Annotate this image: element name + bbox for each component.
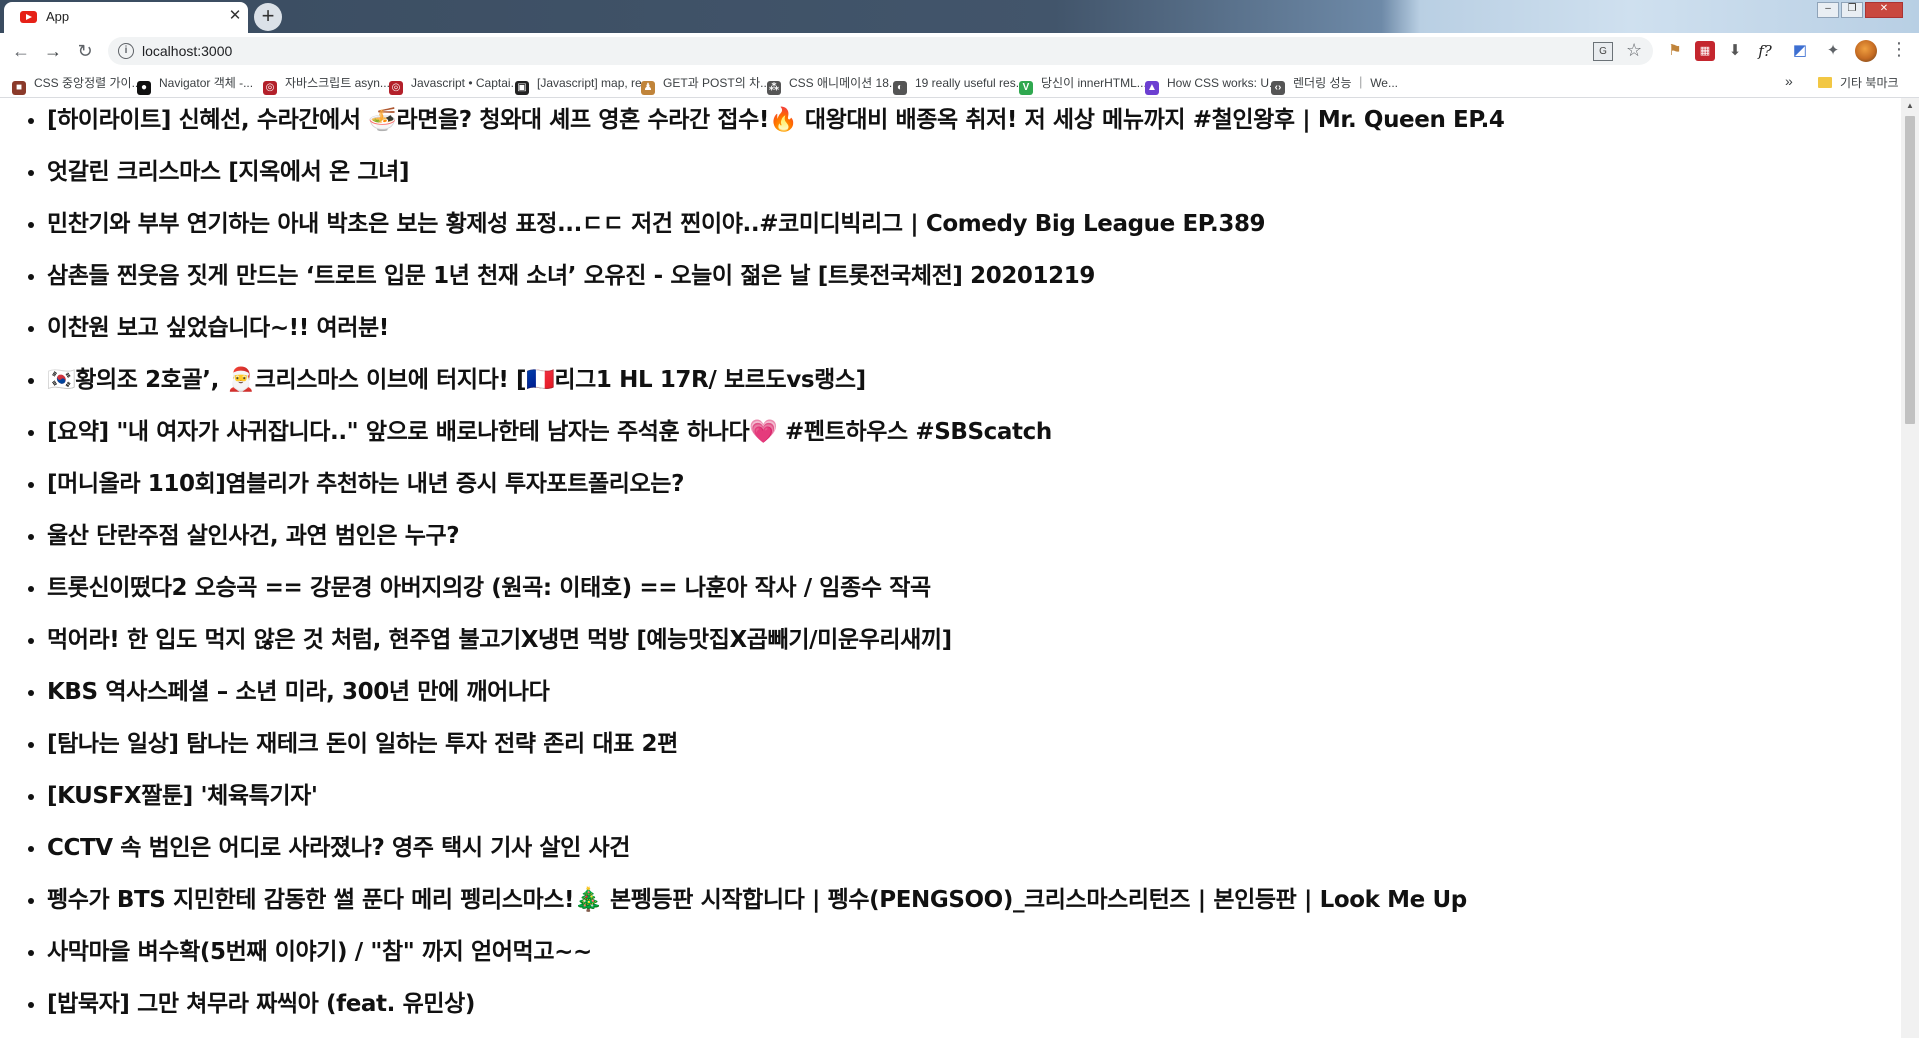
bookmark-label: 당신이 innerHTML...	[1041, 76, 1147, 90]
youtube-favicon-icon	[20, 11, 37, 23]
scrollbar-thumb[interactable]	[1905, 116, 1915, 424]
bookmark-label: CSS 애니메이션 18...	[789, 76, 899, 90]
video-title-item: 이찬원 보고 싶었습니다~!! 여러분!	[47, 306, 1901, 358]
window-close-button[interactable]: ✕	[1865, 2, 1903, 18]
new-tab-button[interactable]: +	[254, 3, 282, 31]
bookmark-label: 19 really useful res...	[915, 76, 1026, 90]
browser-tab-app[interactable]: App ✕	[4, 2, 248, 33]
vertical-scrollbar[interactable]: ▲	[1901, 98, 1919, 1038]
bookmark-label: [Javascript] map, re...	[537, 76, 652, 90]
bookmark-label: 자바스크립트 asyn...	[285, 76, 390, 90]
bookmark-label: How CSS works: U...	[1167, 76, 1280, 90]
bookmark-item[interactable]: ▲ How CSS works: U...	[1145, 74, 1280, 95]
bookmark-star-icon[interactable]: ☆	[1626, 40, 1642, 61]
translate-icon[interactable]: G	[1593, 42, 1613, 61]
video-title-item: 민찬기와 부부 연기하는 아내 박초은 보는 황제성 표정...ㄷㄷ 저건 찐이…	[47, 202, 1901, 254]
minimize-button[interactable]: –	[1817, 2, 1839, 18]
more-vert-icon[interactable]: ⋮	[1890, 39, 1908, 60]
bookmark-item[interactable]: ‹› 렌더링 성능 ｜ We...	[1271, 74, 1398, 95]
bookmark-favicon-icon: ■	[12, 81, 26, 95]
bookmark-item[interactable]: ◎ Javascript • Captai...	[389, 74, 521, 95]
video-title-item: [밥묵자] 그만 쳐무라 짜씩아 (feat. 유민상)	[47, 982, 1901, 1034]
bookmark-item[interactable]: ♟ GET과 POST의 차...	[641, 74, 771, 95]
back-arrow-icon[interactable]: ←	[10, 40, 32, 62]
bookmark-favicon-icon: ♟	[641, 81, 655, 95]
bookmark-favicon-icon: ●	[137, 81, 151, 95]
video-title-item: 펭수가 BTS 지민한테 감동한 썰 푼다 메리 펭리스마스!🎄 본펭등판 시작…	[47, 878, 1901, 930]
bookmark-favicon-icon: ‹›	[1271, 81, 1285, 95]
profile-avatar[interactable]	[1855, 40, 1877, 62]
video-title-list: [하이라이트] 신혜선, 수라간에서 🍜라면을? 청와대 셰프 영혼 수라간 접…	[0, 98, 1901, 1034]
bookmark-item[interactable]: ▣ [Javascript] map, re...	[515, 74, 652, 95]
address-url[interactable]: localhost:3000	[142, 43, 232, 59]
restore-button[interactable]: ❐	[1841, 2, 1863, 18]
other-bookmarks-label: 기타 북마크	[1840, 76, 1899, 90]
address-bar[interactable]: i localhost:3000 G ☆	[108, 37, 1653, 65]
bookmark-item[interactable]: ⁂ CSS 애니메이션 18...	[767, 74, 899, 95]
browser-toolbar: ← → ↻ i localhost:3000 G ☆ ⚑ ▦ ⬇ f? ◩ ✦ …	[0, 33, 1919, 69]
bookmarks-more-icon[interactable]: »	[1785, 73, 1793, 89]
video-title-item: 삼촌들 찐웃음 짓게 만드는 ‘트로트 입문 1년 천재 소녀’ 오유진 - 오…	[47, 254, 1901, 306]
site-info-icon[interactable]: i	[118, 43, 134, 59]
bookmark-label: Javascript • Captai...	[411, 76, 521, 90]
video-title-item: 울산 단란주점 살인사건, 과연 범인은 누구?	[47, 514, 1901, 566]
extension-download-icon[interactable]: ⬇	[1725, 41, 1745, 61]
video-title-item: CCTV 속 범인은 어디로 사라졌나? 영주 택시 기사 살인 사건	[47, 826, 1901, 878]
tab-close-icon[interactable]: ✕	[226, 7, 244, 25]
bookmark-label: GET과 POST의 차...	[663, 76, 771, 90]
bookmark-item[interactable]: ■ CSS 중앙정렬 가이...	[12, 74, 142, 95]
reload-icon[interactable]: ↻	[74, 40, 96, 62]
extension-function-icon[interactable]: f?	[1755, 41, 1775, 61]
bookmark-favicon-icon: ◎	[389, 81, 403, 95]
video-title-item: KBS 역사스페셜 – 소년 미라, 300년 만에 깨어나다	[47, 670, 1901, 722]
extension-red-icon[interactable]: ▦	[1695, 41, 1715, 61]
tab-title: App	[46, 9, 70, 24]
video-title-item: 사막마을 벼수확(5번째 이야기) / "참" 까지 얻어먹고~~	[47, 930, 1901, 982]
bookmark-favicon-icon: ⁂	[767, 81, 781, 95]
bookmark-favicon-icon: ◎	[263, 81, 277, 95]
tab-strip: App ✕ + – ❐ ✕	[0, 0, 1919, 33]
bookmark-label: CSS 중앙정렬 가이...	[34, 76, 142, 90]
bookmark-label: Navigator 객체 -...	[159, 76, 254, 90]
video-title-item: [요약] "내 여자가 사귀잡니다.." 앞으로 배로나한테 남자는 주석훈 하…	[47, 410, 1901, 462]
other-bookmarks-folder[interactable]: 기타 북마크	[1818, 74, 1899, 92]
folder-icon	[1818, 77, 1832, 88]
video-title-item: 🇰🇷황의조 2호골’, 🎅크리스마스 이브에 터지다! [🇫🇷리그1 HL 17…	[47, 358, 1901, 410]
video-title-item: [탐나는 일상] 탐나는 재테크 돈이 일하는 투자 전략 존리 대표 2편	[47, 722, 1901, 774]
video-title-item: [머니올라 110회]염블리가 추천하는 내년 증시 투자포트폴리오는?	[47, 462, 1901, 514]
video-title-item: [하이라이트] 신혜선, 수라간에서 🍜라면을? 청와대 셰프 영혼 수라간 접…	[47, 98, 1901, 150]
bookmark-item[interactable]: ● Navigator 객체 -...	[137, 74, 254, 95]
bookmark-favicon-icon: ◐	[893, 81, 907, 95]
extension-blue-icon[interactable]: ◩	[1790, 41, 1810, 61]
extension-flag-icon[interactable]: ⚑	[1665, 41, 1685, 61]
bookmarks-bar: ■ CSS 중앙정렬 가이... ● Navigator 객체 -... ◎ 자바스크립트…	[0, 69, 1919, 98]
scroll-up-arrow-icon[interactable]: ▲	[1901, 98, 1919, 114]
bookmark-label: 렌더링 성능 ｜ We...	[1293, 76, 1398, 90]
bookmark-item[interactable]: V 당신이 innerHTML...	[1019, 74, 1147, 95]
video-title-item: 엇갈린 크리스마스 [지옥에서 온 그녀]	[47, 150, 1901, 202]
video-title-item: 먹어라! 한 입도 먹지 않은 것 처럼, 현주엽 불고기X냉면 먹방 [예능맛…	[47, 618, 1901, 670]
bookmark-item[interactable]: ◎ 자바스크립트 asyn...	[263, 74, 390, 95]
page-content: [하이라이트] 신혜선, 수라간에서 🍜라면을? 청와대 셰프 영혼 수라간 접…	[0, 98, 1901, 1038]
video-title-item: 트롯신이떴다2 오승곡 == 강문경 아버지의강 (원곡: 이태호) == 나훈…	[47, 566, 1901, 618]
bookmark-favicon-icon: ▣	[515, 81, 529, 95]
forward-arrow-icon[interactable]: →	[42, 40, 64, 62]
extensions-puzzle-icon[interactable]: ✦	[1823, 41, 1843, 61]
bookmark-item[interactable]: ◐ 19 really useful res...	[893, 74, 1026, 95]
bookmark-favicon-icon: V	[1019, 81, 1033, 95]
bookmark-favicon-icon: ▲	[1145, 81, 1159, 95]
video-title-item: [KUSFX짤툰] '체육특기자'	[47, 774, 1901, 826]
